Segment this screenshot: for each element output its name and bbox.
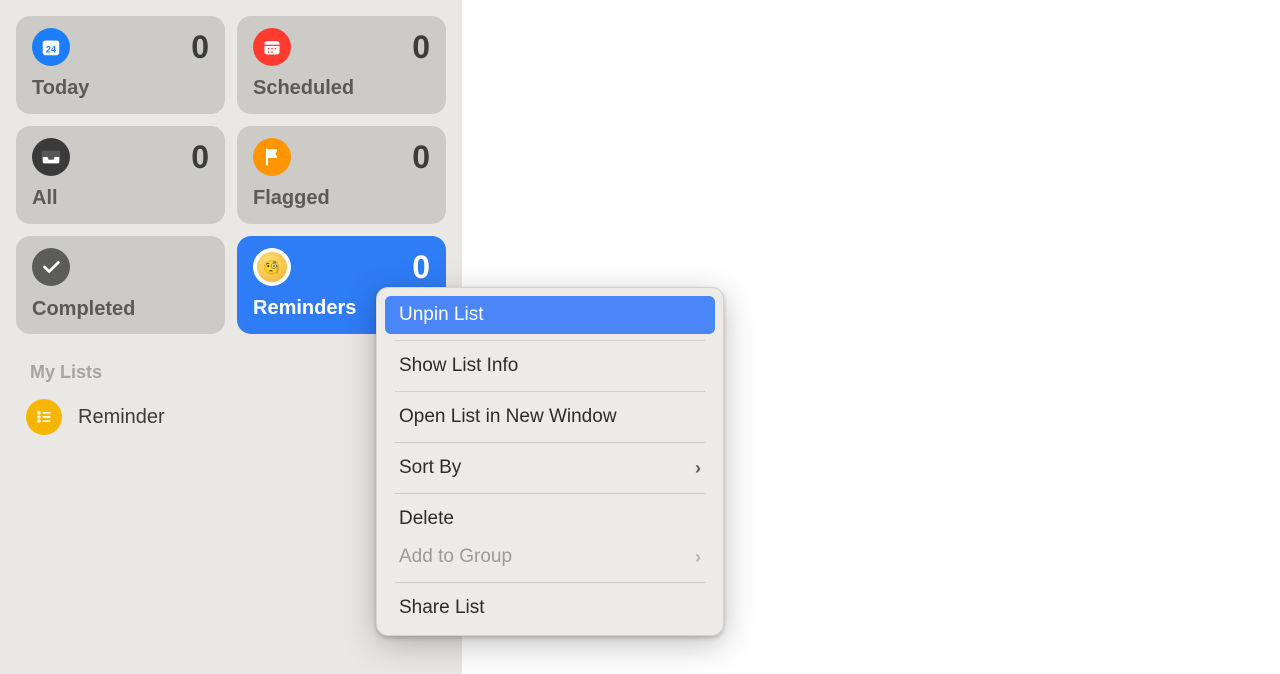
list-bullet-icon — [26, 399, 62, 435]
reminders-count: 0 — [412, 249, 430, 286]
flagged-label: Flagged — [253, 187, 430, 210]
menu-separator — [395, 582, 705, 583]
all-card[interactable]: 0 All — [16, 126, 225, 224]
menu-delete[interactable]: Delete — [385, 500, 715, 538]
all-label: All — [32, 187, 209, 210]
menu-item-label: Add to Group — [399, 546, 512, 568]
menu-item-label: Show List Info — [399, 355, 518, 377]
menu-item-label: Share List — [399, 597, 485, 619]
list-item-label: Reminder — [78, 406, 165, 429]
scheduled-count: 0 — [412, 29, 430, 66]
menu-separator — [395, 442, 705, 443]
scheduled-label: Scheduled — [253, 77, 430, 100]
tray-icon — [32, 138, 70, 176]
today-card[interactable]: 24 0 Today — [16, 16, 225, 114]
calendar-red-icon — [253, 28, 291, 66]
menu-separator — [395, 391, 705, 392]
emoji-icon: 🧐 — [253, 248, 291, 286]
flagged-card[interactable]: 0 Flagged — [237, 126, 446, 224]
chevron-right-icon: › — [695, 458, 701, 479]
all-count: 0 — [191, 139, 209, 176]
menu-open-new-window[interactable]: Open List in New Window — [385, 398, 715, 436]
svg-text:24: 24 — [46, 45, 57, 55]
menu-item-label: Delete — [399, 508, 454, 530]
smart-lists-grid: 24 0 Today 0 Scheduled 0 — [16, 16, 446, 334]
completed-label: Completed — [32, 298, 209, 321]
calendar-icon: 24 — [32, 28, 70, 66]
context-menu: Unpin List Show List Info Open List in N… — [376, 287, 724, 636]
menu-item-label: Open List in New Window — [399, 406, 617, 428]
menu-share-list[interactable]: Share List — [385, 589, 715, 627]
menu-sort-by[interactable]: Sort By › — [385, 449, 715, 487]
scheduled-card[interactable]: 0 Scheduled — [237, 16, 446, 114]
menu-add-to-group: Add to Group › — [385, 538, 715, 576]
completed-card[interactable]: Completed — [16, 236, 225, 334]
menu-item-label: Unpin List — [399, 304, 484, 326]
today-label: Today — [32, 77, 209, 100]
menu-separator — [395, 493, 705, 494]
flag-icon — [253, 138, 291, 176]
flagged-count: 0 — [412, 139, 430, 176]
menu-item-label: Sort By — [399, 457, 461, 479]
menu-show-list-info[interactable]: Show List Info — [385, 347, 715, 385]
check-icon — [32, 248, 70, 286]
menu-unpin-list[interactable]: Unpin List — [385, 296, 715, 334]
chevron-right-icon: › — [695, 547, 701, 568]
menu-separator — [395, 340, 705, 341]
today-count: 0 — [191, 29, 209, 66]
